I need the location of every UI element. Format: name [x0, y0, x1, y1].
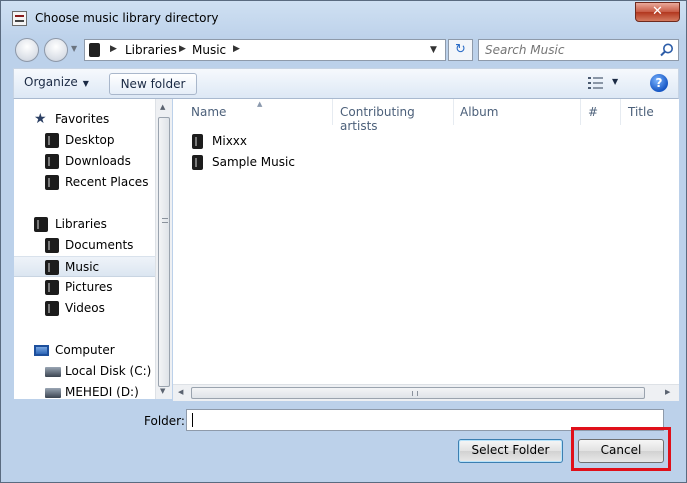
sidebar-item-local-disk[interactable]: Local Disk (C:)	[14, 361, 155, 382]
nav-label: Local Disk (C:)	[65, 364, 152, 378]
back-button[interactable]	[15, 38, 39, 62]
nav-label: Libraries	[55, 217, 107, 231]
search-icon[interactable]	[659, 42, 675, 58]
breadcrumb-music[interactable]: Music	[192, 43, 226, 57]
sidebar-item-downloads[interactable]: Downloads	[14, 151, 155, 172]
nav-label: Favorites	[55, 112, 110, 126]
videos-icon	[45, 301, 59, 316]
hard-drive-icon	[45, 367, 61, 377]
scrollbar-thumb[interactable]	[191, 387, 645, 399]
sidebar-item-videos[interactable]: Videos	[14, 298, 155, 319]
column-header-album[interactable]: Album	[454, 99, 581, 125]
scroll-grip	[412, 391, 418, 396]
chevron-down-icon[interactable]: ▼	[83, 79, 89, 88]
star-icon: ★	[34, 111, 47, 127]
computer-icon	[34, 345, 49, 356]
sidebar-item-documents[interactable]: Documents	[14, 235, 155, 256]
documents-icon	[45, 238, 59, 253]
nav-label: Pictures	[65, 280, 113, 294]
navigation-pane: ★ Favorites Desktop Downloads Recent Pla…	[14, 99, 155, 399]
sidebar-item-mehedi-drive[interactable]: MEHEDI (D:)	[14, 382, 155, 399]
scrollbar-thumb[interactable]	[158, 117, 170, 387]
new-folder-button[interactable]: New folder	[109, 73, 197, 95]
nav-label: Computer	[55, 343, 115, 357]
folder-input[interactable]	[191, 412, 656, 428]
nav-label: Videos	[65, 301, 105, 315]
folder-label: Folder:	[144, 414, 185, 428]
search-box[interactable]	[478, 39, 679, 61]
view-options-icon[interactable]	[588, 76, 604, 90]
downloads-icon	[45, 154, 59, 169]
command-toolbar: Organize ▼ New folder ▼ ?	[13, 68, 679, 99]
nav-label: Documents	[65, 238, 134, 252]
close-button[interactable]: ✕	[635, 2, 680, 22]
nav-label: MEHEDI (D:)	[65, 385, 139, 399]
breadcrumb-separator[interactable]: ▶	[233, 44, 240, 54]
nav-label: Desktop	[65, 133, 115, 147]
file-name: Mixxx	[212, 134, 247, 148]
sidebar-item-pictures[interactable]: Pictures	[14, 277, 155, 298]
library-folder-icon	[192, 134, 203, 149]
column-header-name[interactable]: Name	[173, 99, 333, 125]
select-folder-button[interactable]: Select Folder	[458, 439, 563, 463]
scroll-right-icon[interactable]: ▶	[665, 388, 670, 396]
nav-libraries-header[interactable]: Libraries	[14, 214, 155, 235]
libraries-icon	[34, 217, 48, 232]
recent-pages-dropdown[interactable]: ▼	[71, 44, 77, 53]
organize-label[interactable]: Organize	[24, 75, 78, 89]
file-horizontal-scrollbar[interactable]: ◀ ▶	[173, 384, 679, 401]
scroll-grip	[162, 218, 168, 223]
breadcrumb-libraries[interactable]: Libraries	[125, 43, 177, 57]
address-bar[interactable]: ▶ Libraries ▶ Music ▶ ▼	[84, 39, 446, 61]
library-icon	[89, 43, 100, 57]
breadcrumb-separator[interactable]: ▶	[179, 44, 186, 54]
search-input[interactable]	[485, 42, 653, 58]
library-folder-icon	[192, 155, 203, 170]
window-title: Choose music library directory	[35, 11, 219, 25]
sidebar-item-recent-places[interactable]: Recent Places	[14, 172, 155, 193]
help-icon[interactable]: ?	[650, 74, 668, 92]
music-icon	[45, 260, 59, 275]
scroll-left-icon[interactable]: ◀	[178, 388, 183, 396]
highlight-box	[571, 427, 671, 471]
nav-label: Downloads	[65, 154, 131, 168]
app-icon	[12, 11, 27, 26]
scroll-up-icon[interactable]: ▲	[160, 103, 165, 111]
refresh-button[interactable]: ↻	[448, 39, 473, 61]
file-name: Sample Music	[212, 155, 295, 169]
column-header-contributing-artists[interactable]: Contributing artists	[333, 99, 454, 133]
nav-favorites-header[interactable]: ★ Favorites	[14, 109, 155, 130]
breadcrumb-separator[interactable]: ▶	[110, 44, 117, 54]
view-dropdown-icon[interactable]: ▼	[612, 77, 618, 86]
sidebar-item-desktop[interactable]: Desktop	[14, 130, 155, 151]
dialog-window: Choose music library directory ✕ ▼ ▶ Lib…	[0, 0, 687, 483]
nav-computer-header[interactable]: Computer	[14, 340, 155, 361]
hard-drive-icon	[45, 388, 61, 398]
title-bar: Choose music library directory ✕	[1, 1, 686, 34]
list-item[interactable]: Sample Music	[188, 153, 388, 173]
nav-label: Recent Places	[65, 175, 149, 189]
list-item[interactable]: Mixxx	[188, 132, 388, 152]
forward-button[interactable]	[44, 38, 68, 62]
column-header-number[interactable]: #	[581, 99, 621, 125]
file-list: ▲ Name Contributing artists Album # Titl…	[173, 99, 679, 399]
nav-vertical-scrollbar[interactable]: ▲ ▼	[155, 99, 172, 399]
column-header-title[interactable]: Title	[621, 99, 679, 125]
pictures-icon	[45, 280, 59, 295]
sidebar-item-music[interactable]: Music	[14, 256, 155, 277]
nav-label: Music	[65, 260, 100, 274]
recent-places-icon	[45, 175, 59, 190]
desktop-icon	[45, 133, 59, 148]
organize-menu[interactable]: Organize ▼	[24, 75, 89, 89]
address-dropdown-icon[interactable]: ▼	[430, 45, 437, 55]
scroll-down-icon[interactable]: ▼	[160, 387, 165, 395]
